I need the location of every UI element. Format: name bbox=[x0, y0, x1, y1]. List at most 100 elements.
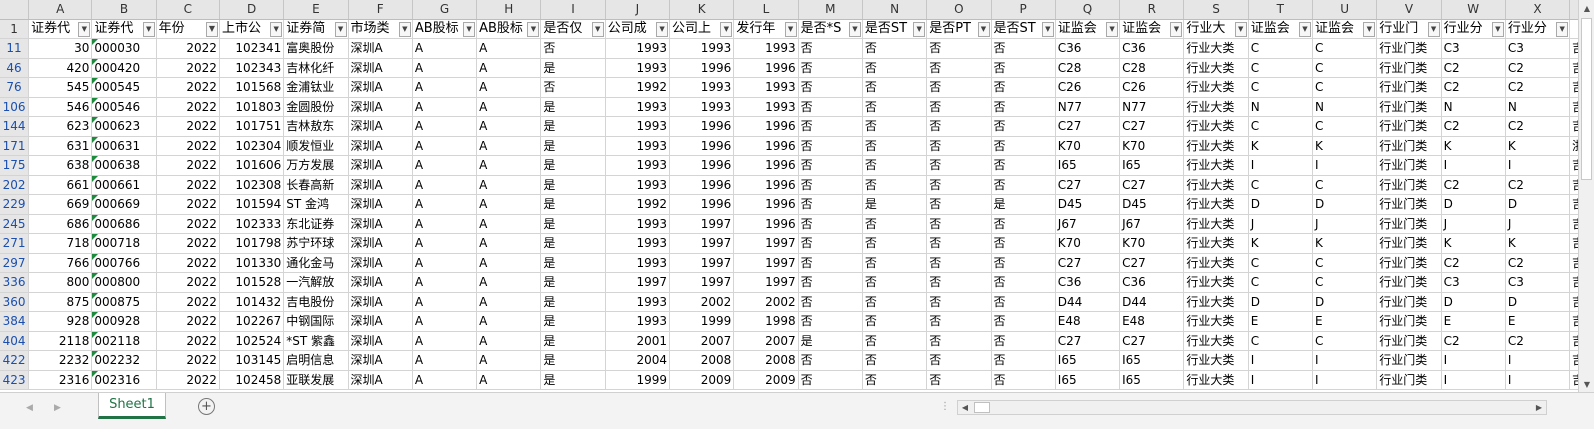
filter-dropdown-icon[interactable]: ▼ bbox=[1298, 21, 1311, 37]
table-cell[interactable]: C bbox=[1248, 272, 1313, 293]
table-cell[interactable]: I bbox=[1441, 370, 1506, 390]
table-cell[interactable]: 2007 bbox=[733, 331, 799, 351]
table-cell[interactable]: 2022 bbox=[156, 272, 220, 293]
table-cell[interactable]: 1996 bbox=[733, 58, 799, 78]
column-header-q[interactable]: Q bbox=[1055, 0, 1121, 20]
header-cell[interactable]: 行业门 ▼ bbox=[1376, 19, 1442, 39]
filter-dropdown-icon[interactable]: ▼ bbox=[78, 21, 91, 37]
table-cell[interactable]: 000766 bbox=[91, 253, 157, 273]
table-cell[interactable]: A bbox=[476, 155, 542, 176]
table-cell[interactable]: 行业大类 bbox=[1183, 233, 1249, 254]
table-cell[interactable]: 苏宁环球 bbox=[283, 233, 349, 254]
table-cell[interactable]: 1996 bbox=[669, 58, 735, 78]
table-cell[interactable]: 101803 bbox=[219, 97, 285, 117]
table-cell[interactable]: 行业门类 bbox=[1376, 331, 1442, 351]
table-cell[interactable]: 否 bbox=[991, 311, 1056, 332]
table-cell[interactable]: 否 bbox=[862, 350, 928, 371]
table-cell[interactable]: 行业门类 bbox=[1376, 214, 1442, 234]
table-cell[interactable]: 否 bbox=[798, 38, 863, 59]
table-cell[interactable]: 深圳A bbox=[348, 272, 413, 293]
header-cell[interactable]: 年份 ▼ bbox=[156, 19, 220, 39]
table-cell[interactable]: 行业大类 bbox=[1183, 38, 1249, 59]
row-number[interactable]: 46 bbox=[0, 58, 30, 78]
row-number[interactable]: 202 bbox=[0, 175, 30, 195]
table-cell[interactable]: I bbox=[1312, 350, 1378, 371]
table-cell[interactable]: C26 bbox=[1055, 77, 1121, 98]
table-cell[interactable]: C27 bbox=[1055, 116, 1121, 137]
table-cell[interactable]: 30 bbox=[28, 38, 93, 59]
table-cell[interactable]: 东北证券 bbox=[283, 214, 349, 234]
table-cell[interactable]: 深圳A bbox=[348, 58, 413, 78]
table-cell[interactable]: 否 bbox=[798, 194, 863, 215]
table-cell[interactable]: 000546 bbox=[91, 97, 157, 117]
table-cell[interactable]: N bbox=[1505, 97, 1571, 117]
table-cell[interactable]: 吉 bbox=[1569, 370, 1578, 390]
table-cell[interactable]: 行业大类 bbox=[1183, 350, 1249, 371]
table-cell[interactable]: A bbox=[476, 370, 542, 390]
table-cell[interactable]: 深圳A bbox=[348, 136, 413, 156]
table-cell[interactable]: 否 bbox=[862, 214, 928, 234]
table-cell[interactable]: 2022 bbox=[156, 175, 220, 195]
table-cell[interactable]: 是 bbox=[540, 97, 606, 117]
table-cell[interactable]: 1997 bbox=[733, 272, 799, 293]
table-cell[interactable]: 否 bbox=[798, 350, 863, 371]
table-cell[interactable]: I65 bbox=[1055, 155, 1121, 176]
table-cell[interactable]: 是 bbox=[540, 370, 606, 390]
table-cell[interactable]: I bbox=[1312, 370, 1378, 390]
table-cell[interactable]: 1996 bbox=[669, 175, 735, 195]
table-cell[interactable]: 2009 bbox=[669, 370, 735, 390]
row-number[interactable]: 1 bbox=[0, 19, 30, 39]
table-cell[interactable]: C bbox=[1248, 116, 1313, 137]
header-cell[interactable]: 证监会 ▼ bbox=[1119, 19, 1185, 39]
table-cell[interactable]: 000638 bbox=[91, 155, 157, 176]
table-cell[interactable]: 否 bbox=[926, 253, 992, 273]
table-cell[interactable]: 吉 bbox=[1569, 214, 1578, 234]
table-cell[interactable]: 102458 bbox=[219, 370, 285, 390]
add-sheet-button[interactable]: + bbox=[198, 398, 215, 415]
table-cell[interactable]: 1997 bbox=[669, 214, 735, 234]
table-cell[interactable]: 否 bbox=[540, 38, 606, 59]
table-cell[interactable]: C bbox=[1248, 38, 1313, 59]
table-cell[interactable]: 1992 bbox=[605, 194, 671, 215]
header-cell[interactable]: 行业分 ▼ bbox=[1441, 19, 1506, 39]
table-cell[interactable]: 行业门类 bbox=[1376, 97, 1442, 117]
table-cell[interactable]: 1997 bbox=[733, 253, 799, 273]
table-cell[interactable]: 否 bbox=[926, 194, 992, 215]
table-cell[interactable]: 1999 bbox=[669, 311, 735, 332]
header-cell[interactable]: 行业大 ▼ bbox=[1183, 19, 1249, 39]
table-cell[interactable]: 行业大类 bbox=[1183, 292, 1249, 312]
table-cell[interactable]: A bbox=[412, 116, 478, 137]
table-cell[interactable]: C bbox=[1248, 175, 1313, 195]
table-cell[interactable]: 行业门类 bbox=[1376, 175, 1442, 195]
table-cell[interactable]: 否 bbox=[862, 331, 928, 351]
table-cell[interactable]: I65 bbox=[1119, 370, 1185, 390]
table-cell[interactable]: 1993 bbox=[669, 77, 735, 98]
table-cell[interactable]: 否 bbox=[798, 214, 863, 234]
table-cell[interactable]: 000800 bbox=[91, 272, 157, 293]
row-number[interactable]: 360 bbox=[0, 292, 30, 312]
table-cell[interactable]: A bbox=[476, 116, 542, 137]
header-cell[interactable]: 是否ST ▼ bbox=[862, 19, 928, 39]
table-cell[interactable]: 1993 bbox=[605, 214, 671, 234]
table-cell[interactable]: C bbox=[1312, 272, 1378, 293]
table-cell[interactable]: 行业门类 bbox=[1376, 350, 1442, 371]
table-cell[interactable]: 行业门类 bbox=[1376, 58, 1442, 78]
table-cell[interactable]: N77 bbox=[1119, 97, 1185, 117]
table-cell[interactable]: E48 bbox=[1055, 311, 1121, 332]
table-cell[interactable]: 2022 bbox=[156, 116, 220, 137]
table-cell[interactable]: 2022 bbox=[156, 253, 220, 273]
table-cell[interactable]: D bbox=[1505, 194, 1571, 215]
table-cell[interactable]: K bbox=[1441, 136, 1506, 156]
table-cell[interactable]: 否 bbox=[862, 292, 928, 312]
table-cell[interactable]: C bbox=[1248, 331, 1313, 351]
table-cell[interactable]: 否 bbox=[991, 155, 1056, 176]
table-cell[interactable]: 102308 bbox=[219, 175, 285, 195]
horizontal-scrollbar[interactable]: ◀ ▶ bbox=[957, 400, 1547, 415]
table-cell[interactable]: 否 bbox=[926, 311, 992, 332]
table-cell[interactable]: 2022 bbox=[156, 331, 220, 351]
table-cell[interactable]: A bbox=[476, 58, 542, 78]
header-cell[interactable]: 公司成 ▼ bbox=[605, 19, 671, 39]
scroll-up-icon[interactable]: ▲ bbox=[1579, 0, 1594, 16]
table-cell[interactable]: 否 bbox=[926, 331, 992, 351]
column-header-n[interactable]: N bbox=[862, 0, 928, 20]
